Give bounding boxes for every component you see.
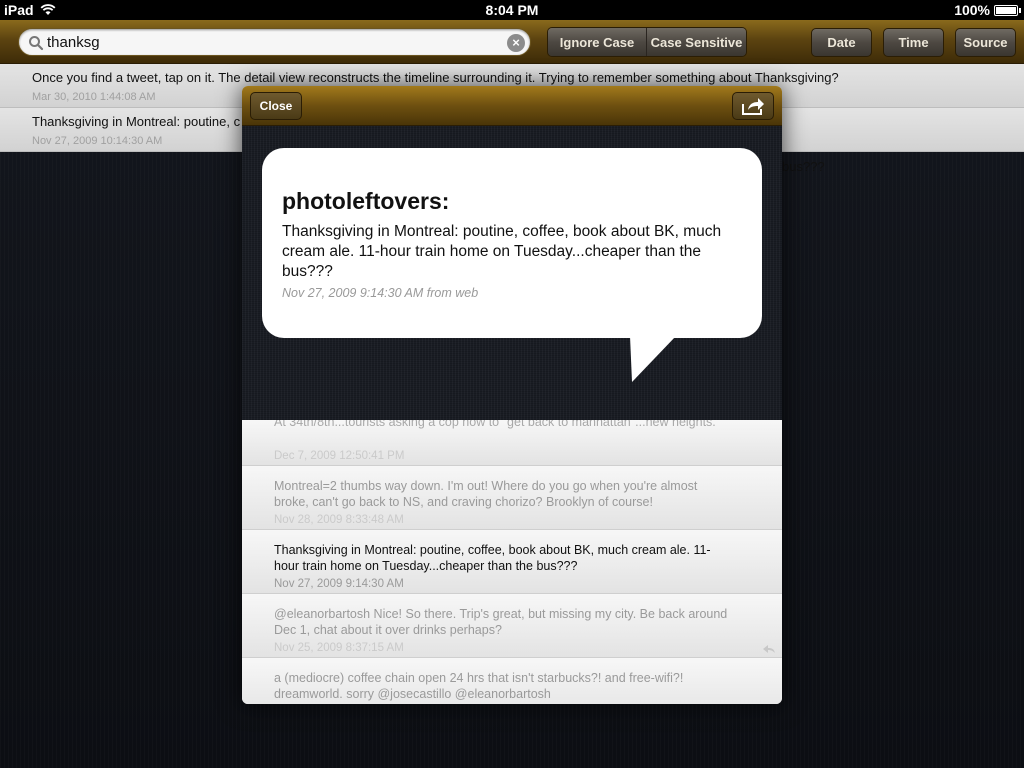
tweet-meta: Nov 27, 2009 9:14:30 AM from web (282, 286, 479, 300)
timeline-date: Dec 7, 2009 12:50:41 PM (274, 450, 405, 462)
timeline-text: a (mediocre) coffee chain open 24 hrs th… (274, 671, 684, 701)
bubble-tail (630, 336, 676, 382)
sort-time-button[interactable]: Time (883, 28, 944, 57)
close-button[interactable]: Close (250, 92, 302, 120)
timeline-item[interactable]: At 34th/8th...tourists asking a cop how … (242, 420, 782, 466)
search-input[interactable] (47, 32, 487, 52)
case-segmented-control: Ignore Case Case Sensitive (547, 27, 747, 57)
modal-toolbar: Close (242, 86, 782, 126)
case-sensitive-button[interactable]: Case Sensitive (646, 28, 746, 56)
clock: 8:04 PM (485, 2, 539, 18)
result-text: Once you find a tweet, tap on it. The de… (32, 70, 839, 85)
search-icon (29, 36, 44, 51)
tweet-timeline: At 34th/8th...tourists asking a cop how … (242, 420, 782, 704)
ignore-case-button[interactable]: Ignore Case (548, 28, 646, 56)
timeline-text: Montreal=2 thumbs way down. I'm out! Whe… (274, 479, 698, 509)
sort-source-button[interactable]: Source (955, 28, 1016, 57)
result-text-tail: bus??? (782, 159, 825, 174)
timeline-item[interactable]: a (mediocre) coffee chain open 24 hrs th… (242, 658, 782, 704)
timeline-text: Thanksgiving in Montreal: poutine, coffe… (274, 543, 711, 573)
timeline-item[interactable]: Montreal=2 thumbs way down. I'm out! Whe… (242, 466, 782, 530)
sort-date-button[interactable]: Date (811, 28, 872, 57)
timeline-date: Nov 28, 2009 8:33:48 AM (274, 514, 404, 526)
status-bar: iPad 8:04 PM 100% (0, 0, 1024, 20)
tweet-text: Thanksgiving in Montreal: poutine, coffe… (282, 223, 722, 280)
search-field[interactable]: × (18, 28, 531, 56)
battery-percent: 100% (954, 2, 990, 18)
clear-search-icon[interactable]: × (507, 34, 525, 52)
tweet-bubble: photoleftovers: Thanksgiving in Montreal… (262, 148, 762, 338)
timeline-item-selected[interactable]: Thanksgiving in Montreal: poutine, coffe… (242, 530, 782, 594)
timeline-text: At 34th/8th...tourists asking a cop how … (274, 420, 716, 429)
tweet-username: photoleftovers: (282, 188, 450, 214)
timeline-date: Nov 27, 2009 9:14:30 AM (274, 578, 404, 590)
tweet-detail-modal: Close photoleftovers: Thanksgiving in Mo… (242, 86, 782, 704)
bubble-area: photoleftovers: Thanksgiving in Montreal… (242, 126, 782, 420)
timeline-date: Nov 25, 2009 8:37:15 AM (274, 642, 404, 654)
reply-icon (763, 645, 775, 653)
search-toolbar: × Ignore Case Case Sensitive Date Time S… (0, 20, 1024, 64)
share-icon (742, 98, 764, 115)
battery-icon (994, 4, 1021, 16)
timeline-text: @eleanorbartosh Nice! So there. Trip's g… (274, 607, 728, 637)
share-button[interactable] (732, 92, 774, 120)
timeline-item[interactable]: @eleanorbartosh Nice! So there. Trip's g… (242, 594, 782, 658)
